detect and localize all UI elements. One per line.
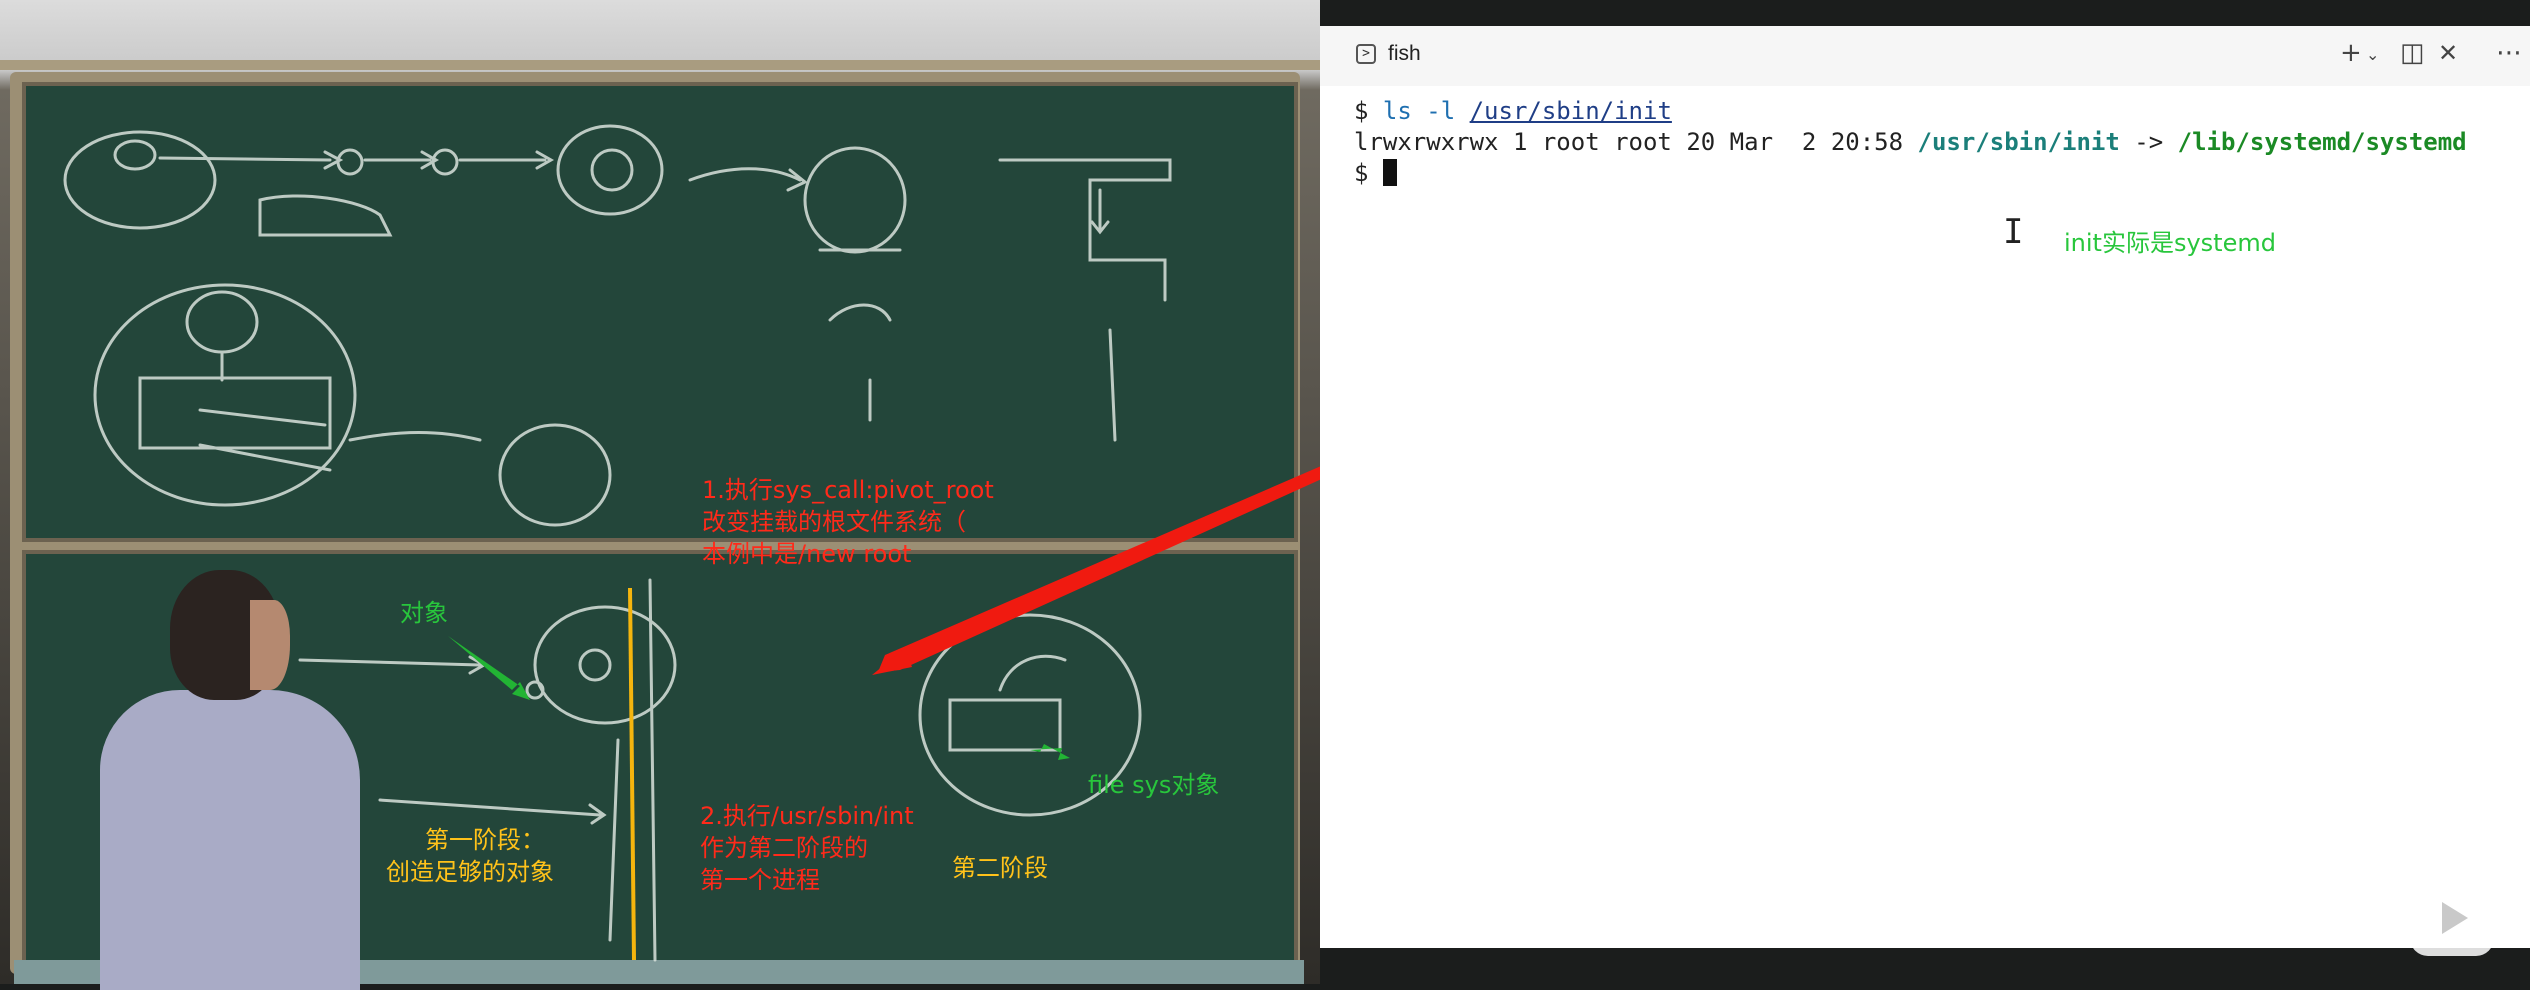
object-annotation: 对象 — [400, 599, 448, 627]
stage2-annotation: 第二阶段 — [952, 854, 1048, 882]
step1-line3: 本例中是/new root — [702, 540, 912, 568]
prompt-symbol: $ — [1354, 159, 1369, 187]
terminal-output[interactable]: $ ls -l /usr/sbin/init lrwxrwxrwx 1 root… — [1354, 96, 2510, 189]
stage1-line2: 创造足够的对象 — [386, 858, 554, 886]
chevron-down-icon[interactable]: ⌄ — [2366, 40, 2379, 70]
play-icon[interactable] — [2410, 867, 2494, 956]
stage1-annotation: 第一阶段： 创造足够的对象 — [386, 824, 554, 888]
plus-icon[interactable]: + — [2340, 38, 2362, 68]
file-sys-annotation: file sys对象 — [1088, 771, 1220, 799]
lecturer — [80, 560, 380, 990]
stage1-line1: 第一阶段： — [425, 826, 545, 854]
ls-output-link: /usr/sbin/init — [1917, 128, 2120, 156]
more-icon[interactable]: ⋯ — [2496, 38, 2522, 68]
prompt-line[interactable]: $ — [1354, 158, 2510, 189]
command-line: $ ls -l /usr/sbin/init — [1354, 96, 2510, 127]
command-name: ls -l — [1382, 97, 1456, 125]
split-pane-icon[interactable]: ◫ — [2400, 38, 2425, 68]
mouse-ibeam-cursor: I — [2003, 212, 2024, 252]
step2-annotation: 2.执行/usr/sbin/int 作为第二阶段的 第一个进程 — [700, 800, 914, 896]
step1-annotation: 1.执行sys_call:pivot_root 改变挂载的根文件系统（ 本例中是… — [702, 474, 994, 570]
command-argument: /usr/sbin/init — [1469, 97, 1672, 125]
terminal-tab-title[interactable]: fish — [1388, 42, 1421, 66]
terminal-titlebar: > fish + ⌄ ◫ ✕ ⋯ — [1320, 26, 2530, 86]
step1-line1: 1.执行sys_call:pivot_root — [702, 476, 994, 504]
ls-output-line: lrwxrwxrwx 1 root root 20 Mar 2 20:58 /u… — [1354, 127, 2510, 158]
ls-output-arrow: -> — [2119, 128, 2178, 156]
step2-line2: 作为第二阶段的 — [700, 834, 868, 862]
close-icon[interactable]: ✕ — [2438, 38, 2458, 68]
ls-output-target: /lib/systemd/systemd — [2177, 128, 2467, 156]
step2-line3: 第一个进程 — [700, 866, 820, 894]
terminal-window[interactable]: > fish + ⌄ ◫ ✕ ⋯ $ ls -l /usr/sbin/init … — [1320, 26, 2530, 948]
terminal-icon: > — [1356, 44, 1376, 64]
prompt-symbol: $ — [1354, 97, 1369, 125]
ls-output-details: lrwxrwxrwx 1 root root 20 Mar 2 20:58 — [1354, 128, 1918, 156]
step1-line2: 改变挂载的根文件系统（ — [702, 508, 966, 536]
text-cursor — [1382, 159, 1397, 186]
step2-line1: 2.执行/usr/sbin/int — [700, 802, 914, 830]
classroom-video-frame — [0, 0, 1320, 990]
init-systemd-annotation: init实际是systemd — [2064, 229, 2276, 257]
